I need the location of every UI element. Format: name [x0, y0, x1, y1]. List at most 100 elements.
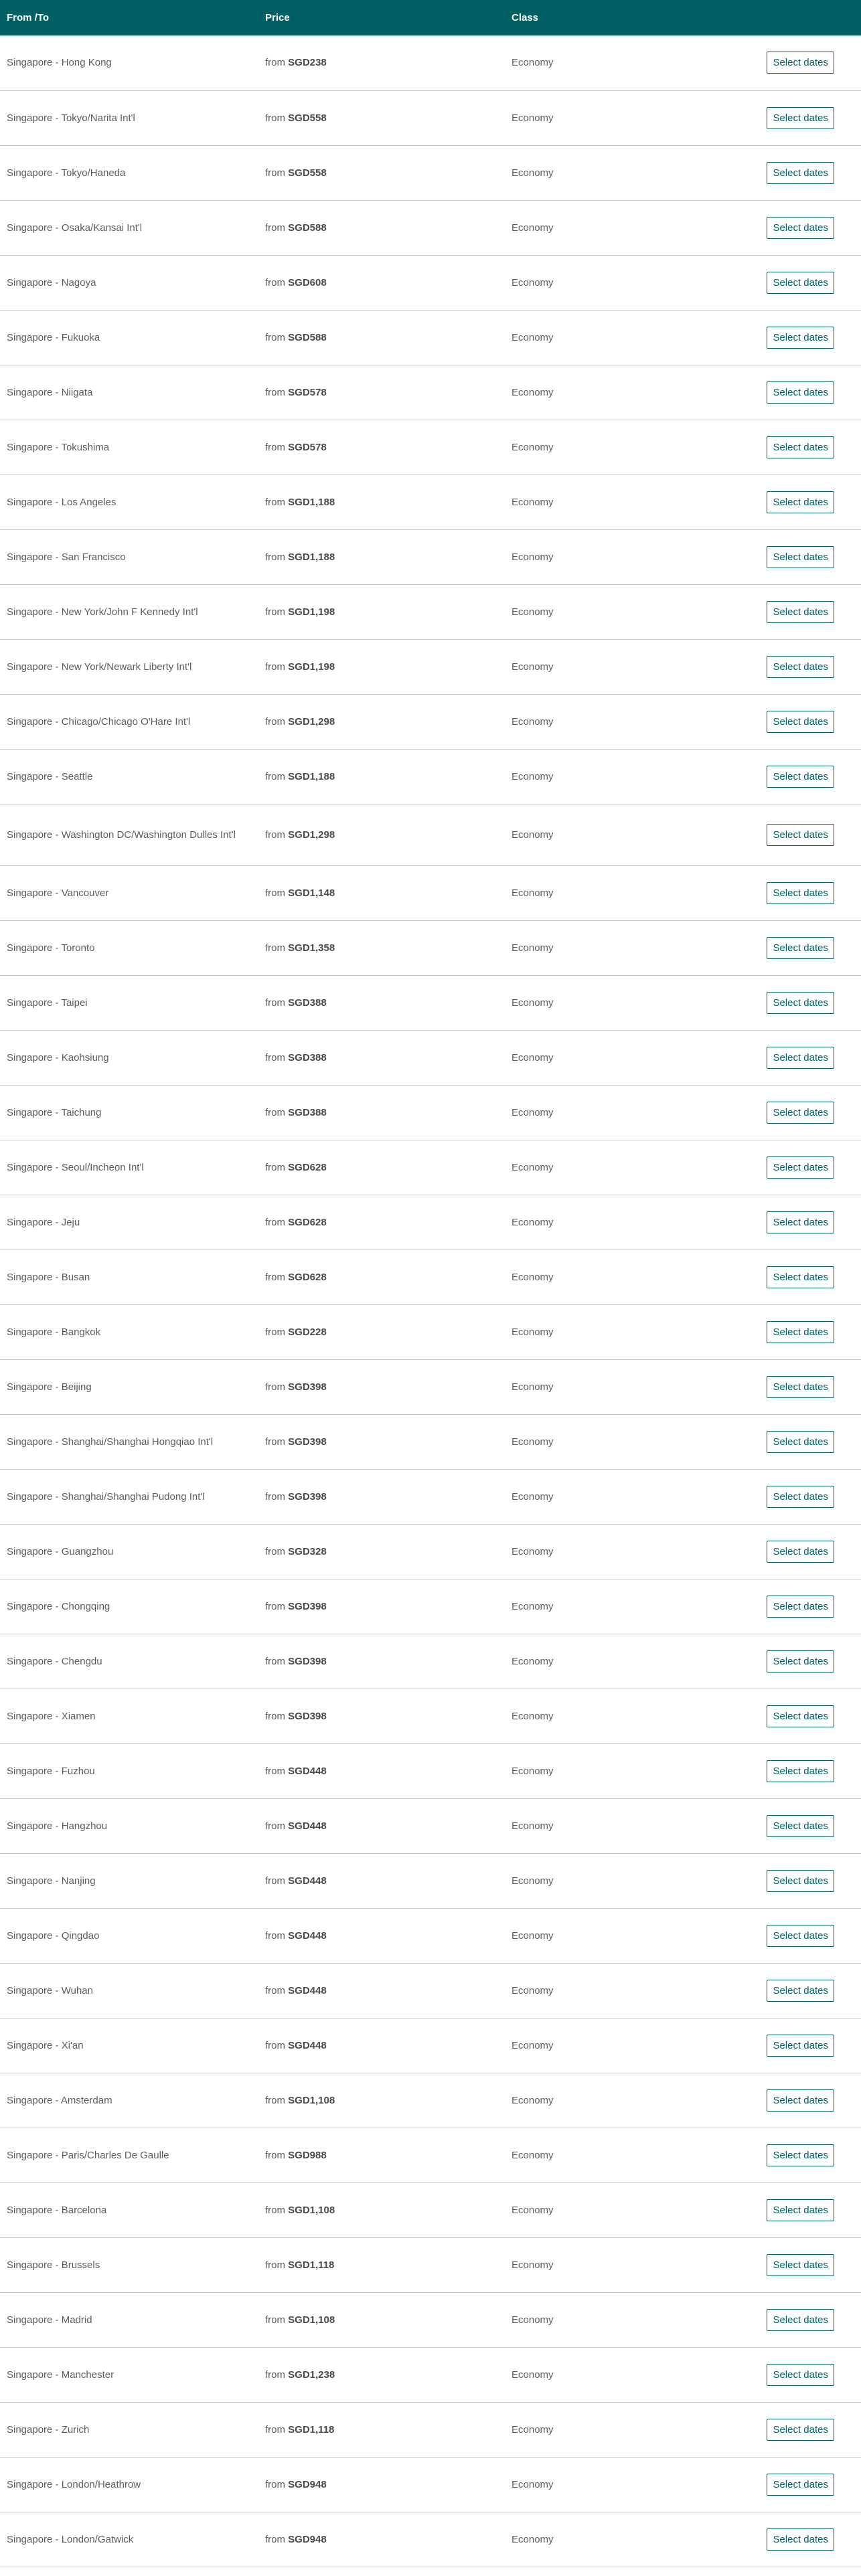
select-dates-button[interactable]: Select dates: [767, 545, 834, 568]
select-dates-button[interactable]: Select dates: [767, 2473, 834, 2496]
select-dates-button[interactable]: Select dates: [767, 1156, 834, 1179]
price-cell: from SGD398: [258, 1689, 505, 1743]
select-dates-button[interactable]: Select dates: [767, 161, 834, 184]
select-dates-button[interactable]: Select dates: [767, 381, 834, 404]
route-cell: Singapore - Beijing: [0, 1359, 258, 1414]
price-amount: SGD398: [288, 1436, 327, 1448]
route-cell: Singapore - Hangzhou: [0, 1798, 258, 1853]
action-cell: Select dates: [753, 2128, 861, 2182]
select-dates-button[interactable]: Select dates: [767, 1320, 834, 1343]
table-row: Singapore - Shanghai/Shanghai Pudong Int…: [0, 1469, 861, 1524]
route-cell: Singapore - Tokyo/Haneda: [0, 145, 258, 200]
price-prefix: from: [265, 1765, 285, 1777]
route-cell: Singapore - London/Heathrow: [0, 2457, 258, 2512]
class-cell: Economy: [505, 1469, 753, 1524]
price-cell: from SGD228: [258, 1304, 505, 1359]
select-dates-button[interactable]: Select dates: [767, 106, 834, 129]
price-cell: from SGD558: [258, 145, 505, 200]
price-amount: SGD948: [288, 2533, 327, 2545]
route-cell: Singapore - Vancouver: [0, 865, 258, 920]
price-cell: from SGD448: [258, 1963, 505, 2018]
select-dates-button[interactable]: Select dates: [767, 881, 834, 904]
route-label: Singapore - Shanghai/Shanghai Hongqiao I…: [7, 1436, 214, 1448]
select-dates-button[interactable]: Select dates: [767, 1759, 834, 1782]
select-dates-button[interactable]: Select dates: [767, 1705, 834, 1727]
select-dates-button[interactable]: Select dates: [767, 1595, 834, 1618]
select-dates-button[interactable]: Select dates: [767, 1540, 834, 1563]
price-amount: SGD328: [288, 1545, 327, 1557]
select-dates-button[interactable]: Select dates: [767, 1869, 834, 1892]
class-cell: Economy: [505, 365, 753, 420]
select-dates-button[interactable]: Select dates: [767, 326, 834, 349]
class-label: Economy: [512, 1106, 554, 1118]
select-dates-button[interactable]: Select dates: [767, 1650, 834, 1672]
select-dates-button[interactable]: Select dates: [767, 1211, 834, 1233]
price-cell: from SGD448: [258, 1798, 505, 1853]
select-dates-button[interactable]: Select dates: [767, 1046, 834, 1069]
class-label: Economy: [512, 331, 554, 343]
route-label: Singapore - Hangzhou: [7, 1820, 108, 1832]
price-prefix: from: [265, 331, 285, 343]
select-dates-button[interactable]: Select dates: [767, 2363, 834, 2386]
select-dates-button[interactable]: Select dates: [767, 710, 834, 733]
class-cell: Economy: [505, 2347, 753, 2402]
route-label: Singapore - Hong Kong: [7, 57, 112, 69]
select-dates-button[interactable]: Select dates: [767, 436, 834, 458]
route-cell: Singapore - Tokushima: [0, 420, 258, 475]
price-cell: from SGD588: [258, 310, 505, 365]
route-cell: Singapore - Seattle: [0, 749, 258, 804]
select-dates-button[interactable]: Select dates: [767, 991, 834, 1014]
select-dates-button[interactable]: Select dates: [767, 655, 834, 678]
select-dates-button[interactable]: Select dates: [767, 491, 834, 513]
select-dates-button[interactable]: Select dates: [767, 1979, 834, 2002]
select-dates-button[interactable]: Select dates: [767, 1430, 834, 1453]
route-label: Singapore - Niigata: [7, 386, 93, 398]
class-cell: Economy: [505, 310, 753, 365]
price-cell: from SGD328: [258, 1524, 505, 1579]
select-dates-button[interactable]: Select dates: [767, 1924, 834, 1947]
price-prefix: from: [265, 770, 285, 782]
route-cell: Singapore - New York/Newark Liberty Int'…: [0, 639, 258, 694]
select-dates-button[interactable]: Select dates: [767, 2308, 834, 2331]
select-dates-button[interactable]: Select dates: [767, 936, 834, 959]
select-dates-button[interactable]: Select dates: [767, 1485, 834, 1508]
action-cell: Select dates: [753, 1140, 861, 1195]
select-dates-button[interactable]: Select dates: [767, 2199, 834, 2221]
select-dates-button[interactable]: Select dates: [767, 2089, 834, 2112]
route-label: Singapore - Paris/Charles De Gaulle: [7, 2149, 169, 2161]
select-dates-button[interactable]: Select dates: [767, 1814, 834, 1837]
route-label: Singapore - New York/John F Kennedy Int'…: [7, 606, 198, 618]
price-cell: from SGD398: [258, 1634, 505, 1689]
select-dates-button[interactable]: Select dates: [767, 2528, 834, 2551]
class-cell: Economy: [505, 475, 753, 529]
class-cell: Economy: [505, 2182, 753, 2237]
route-cell: Singapore - Xi'an: [0, 2018, 258, 2073]
action-cell: Select dates: [753, 1359, 861, 1414]
price-prefix: from: [265, 2478, 285, 2490]
select-dates-button[interactable]: Select dates: [767, 600, 834, 623]
select-dates-button[interactable]: Select dates: [767, 2034, 834, 2057]
select-dates-button[interactable]: Select dates: [767, 2418, 834, 2441]
price-prefix: from: [265, 1820, 285, 1832]
action-cell: Select dates: [753, 35, 861, 90]
price-amount: SGD1,118: [288, 2423, 335, 2435]
select-dates-button[interactable]: Select dates: [767, 216, 834, 239]
route-cell: Singapore - Toronto: [0, 920, 258, 975]
select-dates-button[interactable]: Select dates: [767, 52, 834, 74]
select-dates-button[interactable]: Select dates: [767, 765, 834, 788]
select-dates-button[interactable]: Select dates: [767, 2144, 834, 2166]
table-row: Singapore - San Francisco from SGD1,188 Ec…: [0, 529, 861, 584]
price-prefix: from: [265, 2369, 285, 2381]
select-dates-button[interactable]: Select dates: [767, 1375, 834, 1398]
price-prefix: from: [265, 57, 285, 69]
select-dates-button[interactable]: Select dates: [767, 1101, 834, 1124]
class-cell: Economy: [505, 865, 753, 920]
select-dates-button[interactable]: Select dates: [767, 1266, 834, 1288]
class-label: Economy: [512, 386, 554, 398]
route-cell: Singapore - Amsterdam: [0, 2073, 258, 2128]
route-cell: Singapore - Taichung: [0, 1085, 258, 1140]
select-dates-button[interactable]: Select dates: [767, 2253, 834, 2276]
select-dates-button[interactable]: Select dates: [767, 823, 834, 846]
select-dates-button[interactable]: Select dates: [767, 271, 834, 294]
action-cell: Select dates: [753, 2402, 861, 2457]
